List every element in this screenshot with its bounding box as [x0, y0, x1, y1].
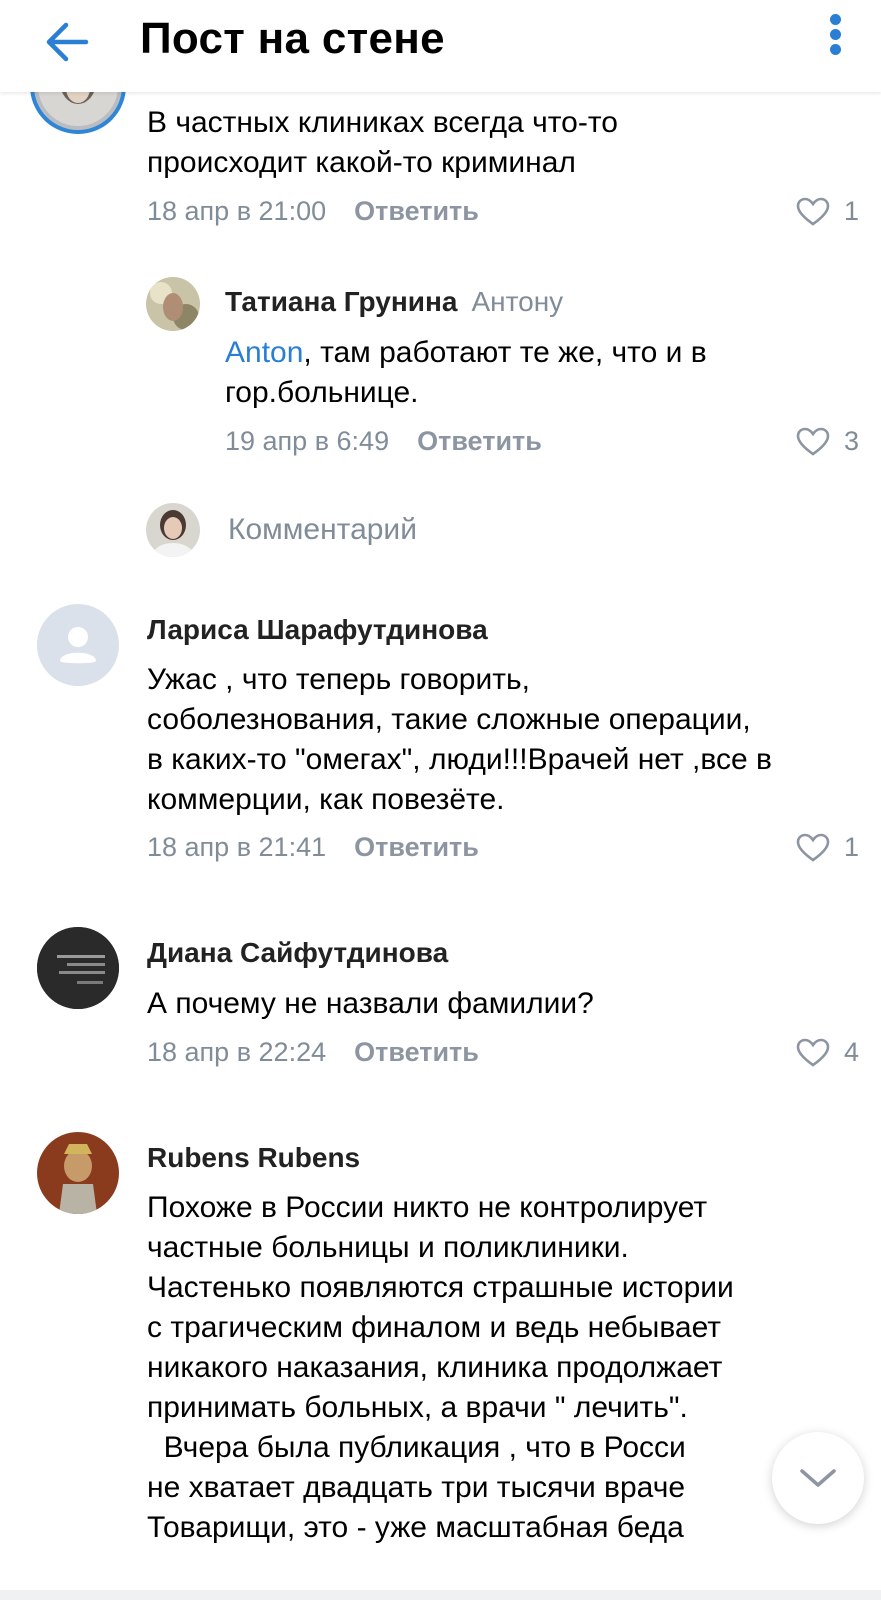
comment-meta: 18 апр в 21:00 Ответить	[147, 196, 479, 227]
comment-date: 18 апр в 22:24	[147, 1037, 327, 1067]
comment-author: Лариса Шарафутдинова	[147, 614, 488, 646]
avatar[interactable]	[146, 277, 200, 331]
comment-text: В частных клиниках всегда что-то происхо…	[147, 106, 618, 179]
back-arrow-icon[interactable]	[40, 14, 96, 70]
like-button[interactable]: 3	[796, 426, 859, 457]
comment-author: Диана Сайфутдинова	[147, 937, 448, 969]
comment-input[interactable]: Комментарий	[228, 513, 417, 547]
author-name[interactable]: Лариса Шарафутдинова	[147, 614, 488, 645]
more-menu-icon[interactable]	[820, 10, 850, 72]
reply-button[interactable]: Ответить	[354, 1037, 479, 1067]
current-user-avatar	[146, 503, 200, 557]
divider	[0, 1590, 881, 1600]
mention-link[interactable]: Anton	[225, 336, 303, 369]
heart-icon	[796, 1038, 830, 1067]
comment-date: 18 апр в 21:00	[147, 196, 327, 226]
comment-meta: 18 апр в 21:41 Ответить	[147, 832, 479, 863]
reply-button[interactable]: Ответить	[417, 426, 542, 456]
heart-icon	[796, 197, 830, 226]
reply-button[interactable]: Ответить	[354, 196, 479, 226]
scroll-down-button[interactable]	[772, 1432, 864, 1524]
reply-to-label[interactable]: Антону	[471, 286, 563, 317]
like-count: 1	[844, 832, 860, 862]
comment-text: Ужас , что теперь говорить, соболезнован…	[147, 663, 772, 816]
like-count: 3	[844, 426, 860, 456]
chevron-down-icon	[800, 1469, 836, 1487]
avatar[interactable]	[37, 927, 119, 1009]
author-name[interactable]: Диана Сайфутдинова	[147, 937, 448, 968]
comment-text: Anton, там работают те же, что и в гор.б…	[225, 336, 707, 409]
comment-author: Rubens Rubens	[147, 1142, 360, 1174]
heart-icon	[796, 427, 830, 456]
avatar[interactable]	[37, 1132, 119, 1214]
author-name[interactable]: Татиана Грунина	[225, 286, 457, 317]
reply-button[interactable]: Ответить	[354, 832, 479, 862]
top-bar: Пост на стене	[0, 0, 881, 92]
avatar[interactable]	[37, 604, 119, 686]
like-button[interactable]: 4	[796, 1037, 859, 1068]
comment-meta: 18 апр в 22:24 Ответить	[147, 1037, 479, 1068]
heart-icon	[796, 833, 830, 862]
default-user-icon	[60, 627, 96, 664]
like-button[interactable]: 1	[796, 832, 859, 863]
comment-date: 18 апр в 21:41	[147, 832, 327, 862]
comment-text: А почему не назвали фамилии?	[147, 987, 594, 1020]
comment-text: Похоже в России никто не контролирует ча…	[147, 1191, 734, 1544]
comment-author: Татиана Грунина Антону	[225, 286, 563, 318]
like-button[interactable]: 1	[796, 196, 859, 227]
page-title: Пост на стене	[140, 14, 445, 63]
like-count: 4	[844, 1037, 860, 1067]
comment-meta: 19 апр в 6:49 Ответить	[225, 426, 542, 457]
comment-date: 19 апр в 6:49	[225, 426, 390, 456]
like-count: 1	[844, 196, 860, 226]
author-name[interactable]: Rubens Rubens	[147, 1142, 360, 1173]
